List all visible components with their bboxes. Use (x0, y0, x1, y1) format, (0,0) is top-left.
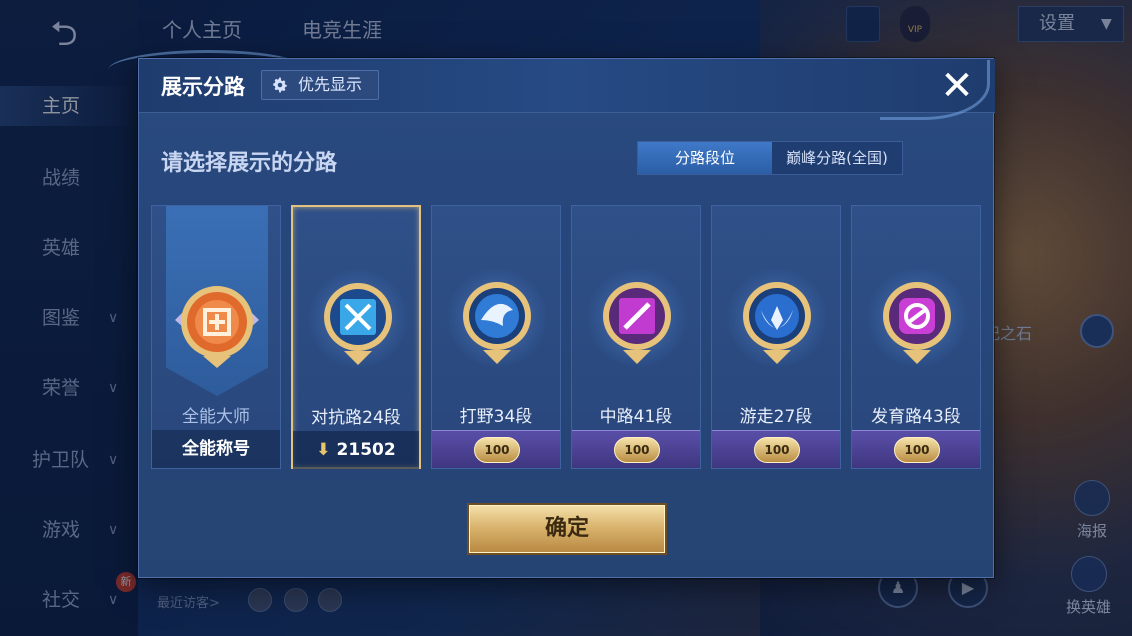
lane-card-roam[interactable]: 游走27段 100 (711, 205, 841, 469)
tab-lane-rank[interactable]: 分路段位 (638, 142, 772, 174)
dialog-subtitle: 请选择展示的分路 (161, 151, 338, 176)
priority-display-button[interactable]: 优先显示 (261, 70, 379, 100)
gear-icon (273, 77, 287, 93)
card-name: 中路41段 (599, 407, 673, 427)
card-footer: 100 (712, 430, 840, 468)
slash-icon (603, 282, 671, 364)
rank-star-chip: 100 (754, 437, 800, 463)
card-footer: 全能称号 (152, 430, 280, 468)
card-footer: 100 (852, 430, 980, 468)
lane-tabs: 分路段位 巅峰分路(全国) (637, 141, 903, 175)
card-footer: 100 (572, 430, 700, 468)
lane-card-mid[interactable]: 中路41段 100 (571, 205, 701, 469)
lane-card-top[interactable]: 对抗路24段 ⬇ 21502 (291, 205, 421, 469)
dialog-title: 展示分路 (161, 75, 245, 99)
card-name: 发育路43段 (871, 407, 961, 427)
card-footer: ⬇ 21502 (293, 431, 419, 469)
confirm-button[interactable]: 确定 (469, 505, 665, 553)
target-icon (883, 282, 951, 364)
rank-star-chip: 100 (474, 437, 520, 463)
tab-peak-lane[interactable]: 巅峰分路(全国) (772, 142, 902, 174)
priority-label: 优先显示 (298, 75, 363, 94)
rank-star-chip: 100 (894, 437, 940, 463)
sword-icon (324, 283, 392, 365)
lane-card-bottom[interactable]: 发育路43段 100 (851, 205, 981, 469)
card-name: 全能大师 (182, 407, 250, 427)
wings-icon (743, 282, 811, 364)
lane-display-dialog: 展示分路 优先显示 ✕ 请选择展示的分路 分路段位 巅峰分路(全国) 全能大师 … (138, 58, 995, 578)
card-name: 游走27段 (739, 407, 813, 427)
card-name: 对抗路24段 (311, 408, 401, 428)
card-footer: 100 (432, 430, 560, 468)
lane-card-jungle[interactable]: 打野34段 100 (431, 205, 561, 469)
card-name: 打野34段 (459, 407, 533, 427)
rank-star-chip: 100 (614, 437, 660, 463)
dragon-icon (463, 282, 531, 364)
lane-card-master[interactable]: 全能大师 全能称号 (151, 205, 281, 469)
rank-arrow-icon: ⬇ (316, 440, 331, 460)
all-round-master-icon (175, 286, 259, 368)
score-value: 21502 (336, 440, 396, 460)
